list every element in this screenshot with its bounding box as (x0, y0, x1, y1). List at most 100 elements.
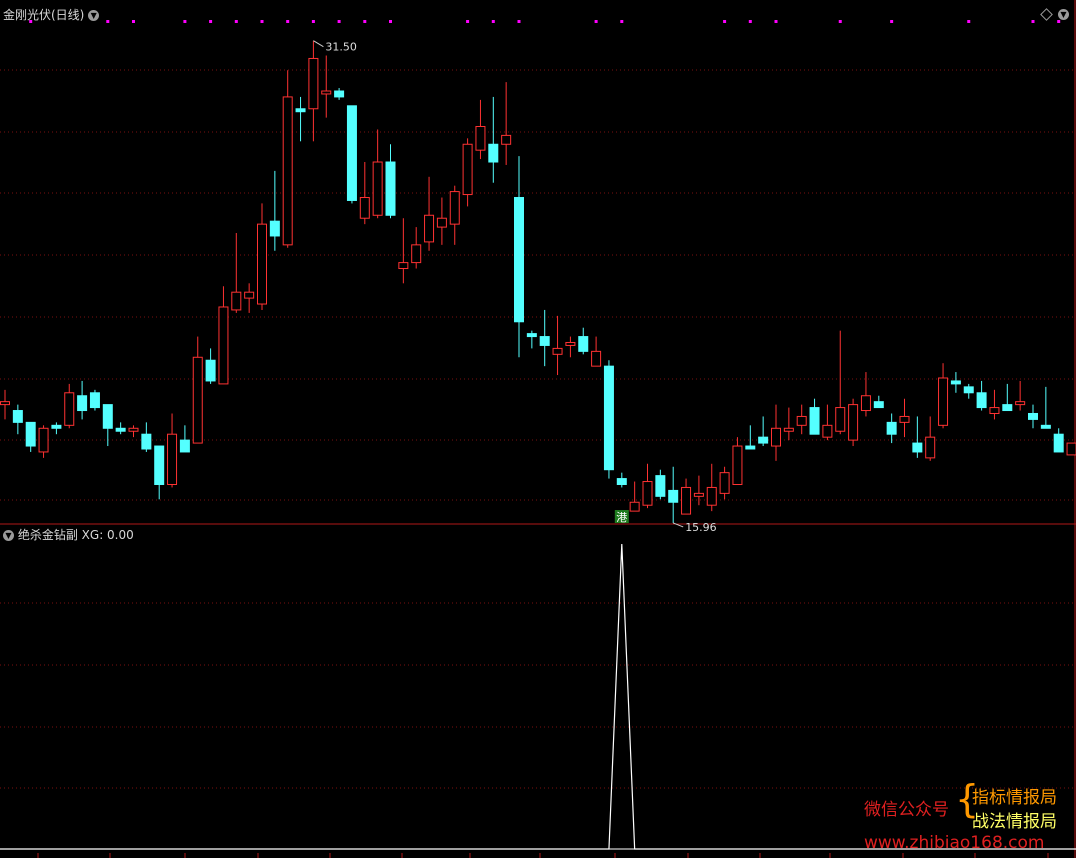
candle-body (488, 143, 499, 163)
candle-body (1066, 442, 1076, 456)
candle-body (771, 427, 781, 447)
candle-body (89, 392, 100, 409)
watermark-line1: 指标情报局 (972, 788, 1057, 808)
candle-body (411, 244, 422, 264)
candle-body (912, 442, 923, 453)
candle-body (308, 57, 319, 110)
candle-body (501, 134, 512, 145)
signal-marker (491, 20, 495, 23)
candle-body (539, 336, 550, 346)
candle-body (603, 365, 614, 471)
signal-marker (620, 20, 624, 23)
candle-body (398, 262, 409, 270)
candle-body (179, 439, 190, 453)
stock-title: 金刚光伏(日线) (3, 8, 85, 22)
signal-marker (967, 20, 971, 23)
candle-body (809, 407, 820, 435)
candle-body (565, 341, 576, 346)
signal-marker (517, 20, 521, 23)
price-chart[interactable]: 31.50 15.96 港 (0, 0, 1076, 858)
candle-body (424, 214, 435, 243)
candle-body (591, 350, 602, 367)
candle-body (1053, 433, 1064, 453)
signal-marker (286, 20, 290, 23)
signal-marker (466, 20, 470, 23)
candle-body (873, 401, 884, 409)
candle-body (295, 108, 306, 113)
candle-body (1040, 424, 1051, 429)
candle-body (668, 489, 679, 503)
signal-marker (774, 20, 778, 23)
candle-body (0, 401, 10, 406)
signal-marker (183, 20, 187, 23)
candle-body (372, 161, 383, 216)
signal-marker (209, 20, 213, 23)
candle-body (783, 427, 794, 432)
signal-marker (723, 20, 727, 23)
candle-body (938, 377, 949, 426)
candle-body (346, 105, 357, 201)
indicator-dropdown-icon[interactable]: ▼ (3, 530, 14, 541)
dropdown-icon[interactable]: ▼ (88, 10, 100, 21)
candle-body (835, 407, 846, 432)
candle-body (526, 333, 537, 338)
signal-marker (1031, 20, 1035, 23)
candle-body (321, 90, 332, 95)
candle-body (963, 386, 974, 394)
candle-body (205, 359, 216, 382)
indicator-title-bar[interactable]: ▼ 绝杀金钻副 XG: 0.00 (3, 526, 134, 543)
indicator-title: 绝杀金钻副 (17, 528, 78, 542)
signal-marker (748, 20, 752, 23)
high-label: 31.50 (325, 41, 357, 54)
candle-body (167, 433, 178, 485)
candle-body (655, 475, 666, 497)
candle-body (449, 191, 460, 225)
candle-body (732, 445, 743, 485)
candle-body (385, 161, 396, 216)
close-circle-icon[interactable]: ▼ (1058, 9, 1069, 20)
candle-body (860, 395, 871, 412)
candle-body (886, 421, 897, 435)
candle-body (1015, 401, 1026, 406)
candle-body (12, 410, 23, 423)
signal-marker (311, 20, 315, 23)
candle-body (642, 481, 653, 506)
candle-body (436, 217, 447, 228)
candle-body (218, 306, 229, 385)
candle-body (141, 433, 152, 450)
signal-marker (594, 20, 598, 23)
candle-body (745, 445, 756, 450)
candle-body (102, 404, 113, 429)
candle-body (552, 347, 563, 355)
candle-body (51, 424, 62, 429)
signal-marker (337, 20, 341, 23)
candle-body (1028, 412, 1038, 420)
signal-marker (106, 20, 110, 23)
candle-body (758, 436, 769, 444)
candle-body (282, 96, 293, 246)
candle-body (706, 486, 717, 506)
candle-body (796, 415, 807, 426)
signal-marker (132, 20, 135, 23)
candle-body (257, 223, 267, 305)
signal-marker (389, 20, 392, 23)
candle-body (514, 197, 524, 323)
high-pointer (313, 40, 324, 48)
watermark-url: www.zhibiao168.com (864, 833, 1045, 853)
signal-marker (838, 20, 842, 23)
candle-body (154, 445, 165, 485)
candle-body (899, 415, 910, 423)
candle-body (629, 501, 640, 512)
candle-body (1002, 404, 1013, 412)
stock-title-bar[interactable]: 金刚光伏(日线) ▼ (3, 6, 100, 23)
candle-body (681, 486, 692, 515)
candle-body (616, 478, 627, 485)
candle-body (25, 421, 36, 447)
candle-body (976, 392, 987, 409)
watermark-line2: 战法情报局 (972, 812, 1057, 832)
signal-marker (890, 20, 894, 23)
candle-body (475, 126, 486, 151)
candle-body (925, 436, 936, 459)
signal-marker (234, 20, 238, 23)
candle-body (693, 492, 704, 497)
